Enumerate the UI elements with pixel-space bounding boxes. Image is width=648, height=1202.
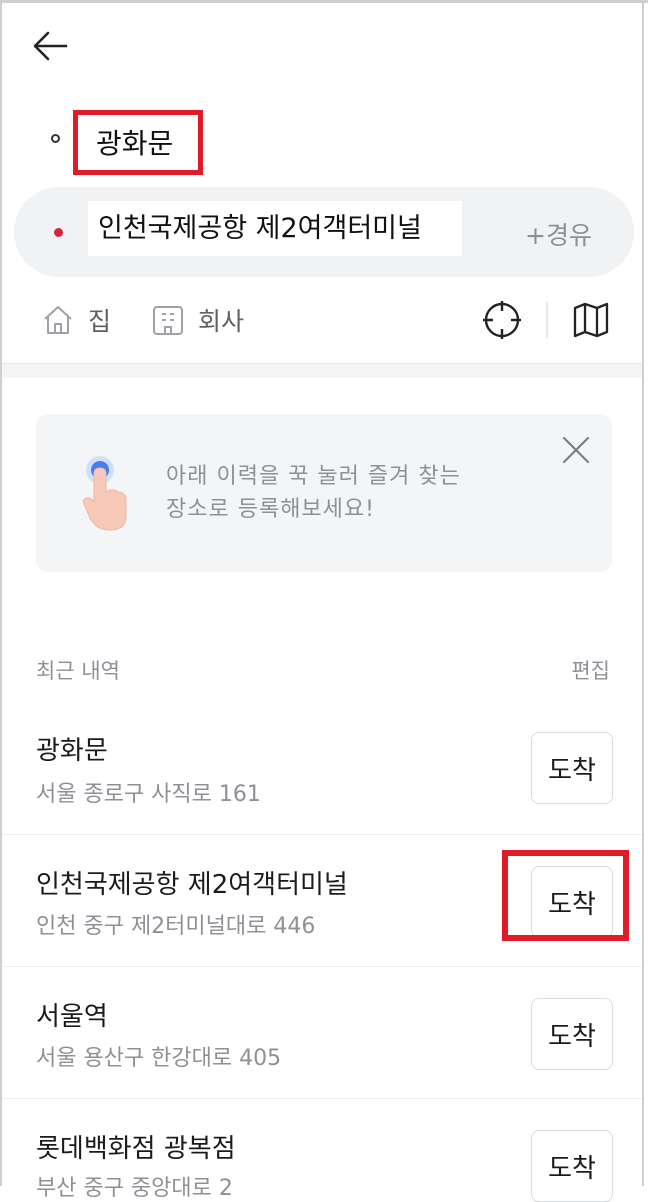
recent-item-name: 인천국제공항 제2여객터미널 <box>36 870 348 900</box>
map-icon[interactable] <box>570 299 612 341</box>
origin-highlight-box <box>73 110 203 175</box>
shortcut-office[interactable]: 회사 <box>150 300 244 340</box>
recent-item-name: 롯데백화점 광복점 <box>36 1134 236 1164</box>
destination-input[interactable]: 인천국제공항 제2여객터미널 <box>88 201 462 256</box>
arrive-button[interactable]: 도착 <box>531 732 613 804</box>
recent-item-1[interactable]: 광화문 서울 종로구 사직로 161 도착 <box>2 702 642 835</box>
recent-item-address: 인천 중구 제2터미널대로 446 <box>36 914 316 939</box>
add-waypoint-button[interactable]: +경유 <box>525 216 592 252</box>
touch-hand-icon <box>83 456 127 531</box>
current-location-icon[interactable] <box>481 299 523 341</box>
shortcut-office-label: 회사 <box>198 307 245 336</box>
recent-item-address: 부산 중구 중앙대로 2 <box>36 1176 233 1201</box>
back-arrow-icon[interactable] <box>30 28 70 64</box>
recent-item-name: 서울역 <box>36 1002 108 1032</box>
building-icon <box>153 306 183 335</box>
toolbar-divider <box>546 302 548 338</box>
tip-line-2: 장소로 등록해보세요! <box>166 497 375 522</box>
shortcut-home[interactable]: 집 <box>40 300 111 340</box>
tip-message: 아래 이력을 꾹 눌러 즐겨 찾는 장소로 등록해보세요! <box>166 460 526 526</box>
recent-item-address: 서울 용산구 한강대로 405 <box>36 1046 282 1071</box>
origin-marker-icon <box>51 134 60 143</box>
recent-item-4[interactable]: 롯데백화점 광복점 부산 중구 중앙대로 2 도착 <box>2 1098 642 1202</box>
section-divider <box>2 363 642 378</box>
edit-button[interactable]: 편집 <box>571 655 610 685</box>
recent-item-3[interactable]: 서울역 서울 용산구 한강대로 405 도착 <box>2 966 642 1099</box>
arrive-button-highlight-box <box>502 850 629 941</box>
close-icon[interactable] <box>560 434 592 466</box>
destination-marker-icon <box>54 228 63 237</box>
tip-line-1: 아래 이력을 꾹 눌러 즐겨 찾는 <box>166 464 461 489</box>
recent-item-address: 서울 종로구 사직로 161 <box>36 782 261 807</box>
home-icon <box>44 306 72 334</box>
arrive-button[interactable]: 도착 <box>531 1130 613 1202</box>
arrive-button[interactable]: 도착 <box>531 998 613 1070</box>
shortcut-home-label: 집 <box>88 307 112 336</box>
recent-item-name: 광화문 <box>36 736 108 766</box>
recent-history-title: 최근 내역 <box>36 659 120 683</box>
